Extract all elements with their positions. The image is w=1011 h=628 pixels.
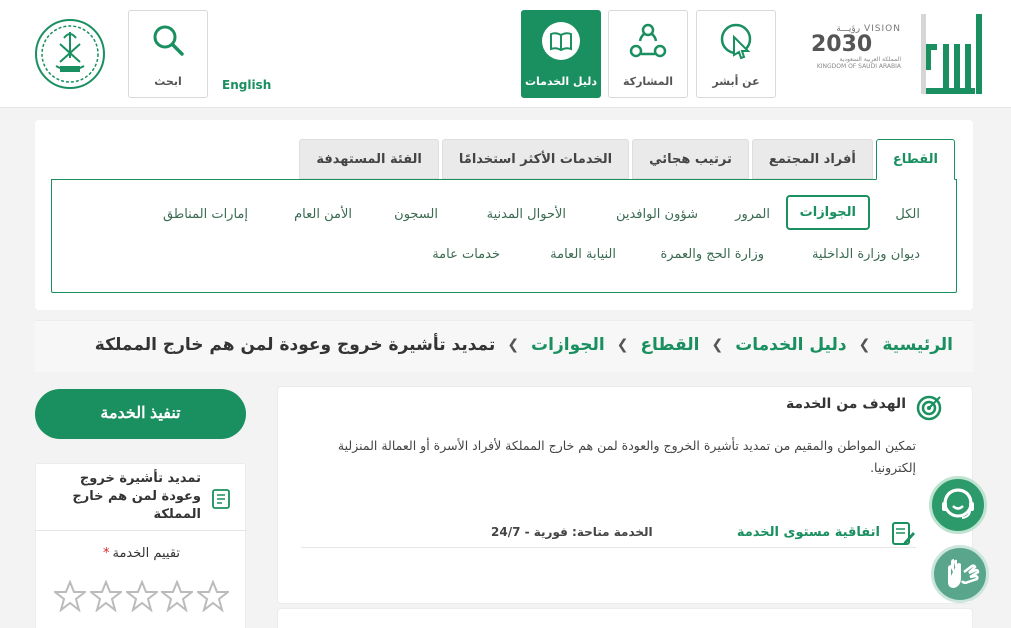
- sla-link[interactable]: اتفاقية مستوى الخدمة: [737, 525, 880, 540]
- breadcrumb-trail: الرئيسية ❯ دليل الخدمات ❯ القطاع ❯ الجوا…: [95, 335, 953, 355]
- chip-passports[interactable]: الجوازات: [785, 195, 870, 230]
- divider: [36, 530, 247, 531]
- breadcrumb-current-page: تمديد تأشيرة خروج وعودة لمن هم خارج المم…: [94, 335, 496, 355]
- chip-public-prosecution[interactable]: النيابة العامة: [550, 247, 616, 262]
- nav-search[interactable]: ابحث: [128, 10, 208, 98]
- star-icon[interactable]: [161, 580, 194, 612]
- kingdom-en-text: KINGDOM OF SAUDI ARABIA: [816, 63, 901, 70]
- sector-chips: الكل الجوازات المرور شؤون الوافدين الأحو…: [51, 179, 957, 293]
- breadcrumb: الرئيسية ❯ دليل الخدمات ❯ القطاع ❯ الجوا…: [35, 320, 973, 372]
- sla-row: اتفاقية مستوى الخدمة الخدمة متاحة: فورية…: [301, 520, 916, 548]
- tab-most-used[interactable]: الخدمات الأكثر استخدامًا: [441, 139, 630, 179]
- language-switch-link[interactable]: English: [222, 78, 271, 92]
- next-section-card: [277, 608, 973, 628]
- service-availability: الخدمة متاحة: فورية - 24/7: [491, 525, 653, 539]
- filter-tabs: القطاع أفراد المجتمع ترتيب هجائي الخدمات…: [296, 139, 955, 180]
- nav-guide-label: دليل الخدمات: [524, 75, 598, 88]
- chip-general-services[interactable]: خدمات عامة: [432, 247, 500, 262]
- checklist-icon: [212, 489, 230, 509]
- absher-logo[interactable]: [921, 10, 991, 98]
- service-goal-text: تمكين المواطن والمقيم من تمديد تأشيرة ال…: [337, 438, 916, 475]
- chat-support-icon: [942, 488, 974, 519]
- kingdom-ar-text: المملكة العربية السعودية: [839, 56, 901, 63]
- chip-moi-diwan[interactable]: ديوان وزارة الداخلية: [812, 247, 920, 262]
- star-icon[interactable]: [89, 580, 122, 612]
- chevron-left-icon: ❯: [858, 337, 871, 353]
- star-icon[interactable]: [54, 580, 86, 612]
- chip-regional-emirates[interactable]: إمارات المناطق: [163, 207, 248, 222]
- sign-language-icon: [948, 559, 980, 588]
- cursor-click-icon: [720, 23, 752, 60]
- sector-filter-panel: القطاع أفراد المجتمع ترتيب هجائي الخدمات…: [35, 120, 973, 310]
- site-header: VISION رؤيـــة 2030 المملكة العربية السع…: [0, 0, 1011, 108]
- breadcrumb-sector[interactable]: القطاع: [640, 335, 699, 355]
- rating-stars: [54, 580, 229, 612]
- chevron-left-icon: ❯: [616, 337, 629, 353]
- breadcrumb-services-guide[interactable]: دليل الخدمات: [735, 335, 846, 355]
- vision-year: 2030: [811, 32, 873, 57]
- tab-community[interactable]: أفراد المجتمع: [751, 139, 873, 179]
- tab-sector[interactable]: القطاع: [875, 139, 955, 180]
- required-mark: *: [102, 546, 110, 561]
- nav-search-label: ابحث: [154, 75, 182, 88]
- vision-2030-logo: VISION رؤيـــة 2030 المملكة العربية السع…: [811, 24, 901, 84]
- service-details-card: الهدف من الخدمة تمكين المواطن والمقيم من…: [277, 386, 973, 604]
- document-pen-icon: [892, 522, 915, 545]
- nav-participation[interactable]: المشاركة: [608, 10, 688, 98]
- chevron-left-icon: ❯: [507, 337, 520, 353]
- chip-hajj-umrah[interactable]: وزارة الحج والعمرة: [661, 247, 765, 262]
- nav-share-label: المشاركة: [623, 75, 673, 88]
- share-network-icon: [629, 23, 667, 58]
- book-icon: [542, 22, 580, 60]
- chip-civil-affairs[interactable]: الأحوال المدنية: [487, 207, 566, 222]
- side-service-name: تمديد تأشيرة خروج وعودة لمن هم خارج المم…: [72, 471, 201, 522]
- chip-public-security[interactable]: الأمن العام: [294, 207, 352, 222]
- chevron-left-icon: ❯: [711, 337, 724, 353]
- rating-label-text: تقييم الخدمة: [112, 546, 181, 561]
- service-rating-card: تمديد تأشيرة خروج وعودة لمن هم خارج المم…: [35, 463, 247, 628]
- chat-support-button[interactable]: [929, 476, 987, 534]
- breadcrumb-passports[interactable]: الجوازات: [531, 335, 605, 355]
- nav-services-guide[interactable]: دليل الخدمات: [521, 10, 601, 98]
- chip-prisons[interactable]: السجون: [394, 207, 438, 222]
- rating-label: تقييم الخدمة*: [36, 546, 247, 561]
- target-icon: [916, 395, 942, 421]
- tab-alphabetical[interactable]: ترتيب هجائي: [632, 139, 749, 179]
- moi-emblem-logo[interactable]: [34, 18, 106, 90]
- nav-about-absher[interactable]: عن أبشر: [696, 10, 776, 98]
- service-goal-title: الهدف من الخدمة: [785, 396, 906, 412]
- sign-language-button[interactable]: [931, 545, 989, 603]
- star-icon[interactable]: [197, 580, 229, 612]
- nav-about-label: عن أبشر: [712, 75, 760, 88]
- chip-expatriates[interactable]: شؤون الوافدين: [616, 207, 698, 222]
- search-icon: [153, 25, 184, 56]
- breadcrumb-home[interactable]: الرئيسية: [882, 335, 953, 355]
- chip-traffic[interactable]: المرور: [735, 207, 770, 222]
- execute-service-button[interactable]: تنفيذ الخدمة: [35, 389, 246, 439]
- star-icon[interactable]: [125, 580, 158, 612]
- chip-all[interactable]: الكل: [895, 207, 920, 222]
- tab-target-group[interactable]: الفئة المستهدفة: [299, 139, 439, 179]
